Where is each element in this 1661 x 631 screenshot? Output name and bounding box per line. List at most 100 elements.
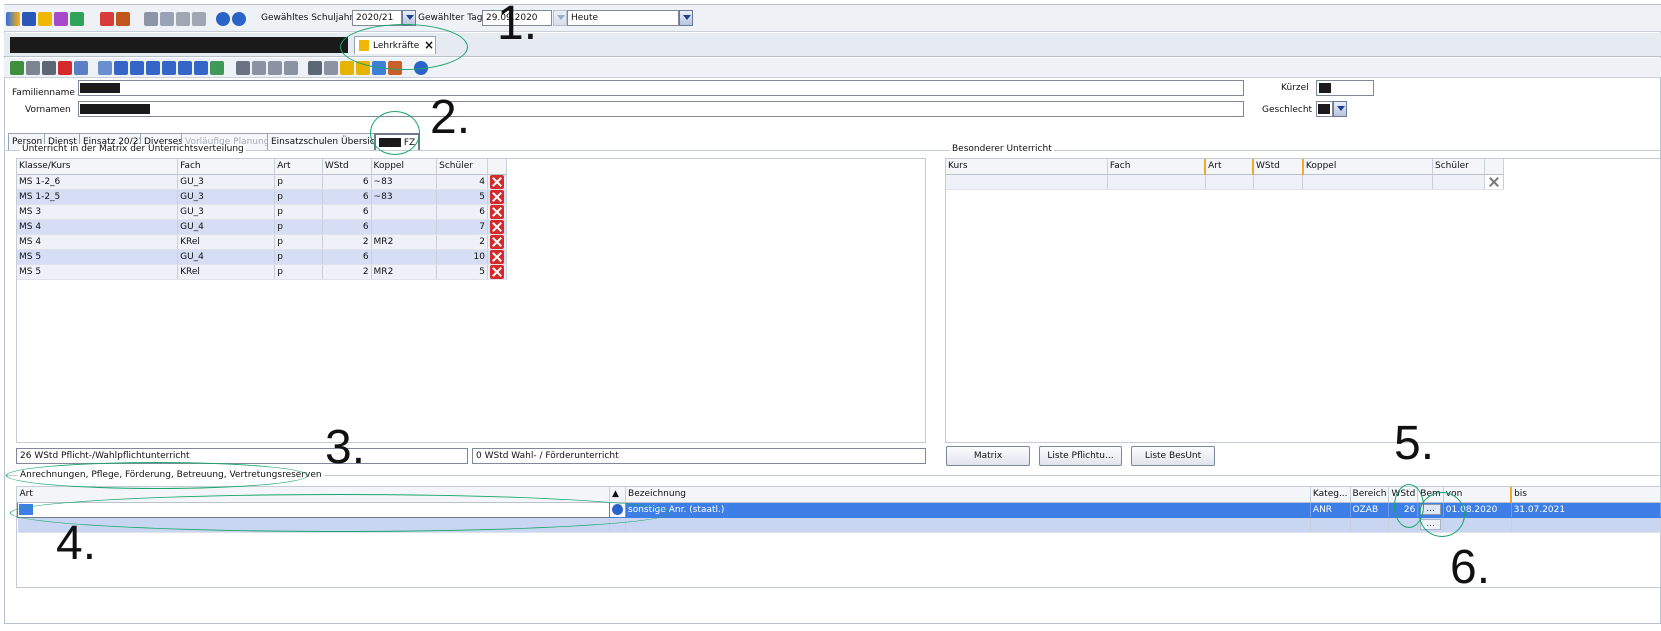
next-record-icon[interactable] [162, 61, 176, 75]
geschlecht-select[interactable] [1316, 101, 1333, 117]
delete-row-icon[interactable] [489, 264, 504, 278]
next-page-icon[interactable] [178, 61, 192, 75]
filter-icon[interactable] [340, 61, 354, 75]
detail-icon[interactable] [98, 61, 112, 75]
print-icon[interactable] [308, 61, 322, 75]
table-row[interactable]: MS 5 KRel p 2 MR2 5 [17, 264, 508, 280]
schuljahr-dropdown-button[interactable] [402, 10, 416, 26]
delete-row-icon[interactable] [489, 204, 504, 218]
table-row[interactable]: MS 1-2_6 GU_3 p 6 ~83 4 [17, 174, 508, 190]
back-icon[interactable] [236, 61, 250, 75]
bem-button[interactable]: ... [1420, 504, 1441, 515]
table-row[interactable]: MS 4 KRel p 2 MR2 2 [17, 234, 508, 250]
refresh-icon[interactable] [210, 61, 224, 75]
col-koppel[interactable]: Koppel [1301, 159, 1434, 175]
geschlecht-dropdown-button[interactable] [1333, 101, 1347, 117]
table-row[interactable]: MS 1-2_5 GU_3 p 6 ~83 5 [17, 189, 508, 205]
kuerzel-field[interactable] [1316, 80, 1374, 96]
tab-lehrkraefte[interactable]: Lehrkräfte × [354, 36, 436, 54]
table-row[interactable] [946, 174, 1505, 190]
delete-row-icon[interactable] [1487, 175, 1501, 189]
col-kurs[interactable]: Kurs [946, 159, 1108, 175]
col-kategorie[interactable]: Kateg... [1310, 487, 1351, 503]
bem-button[interactable]: ... [1420, 519, 1441, 530]
col-koppel[interactable]: Koppel [371, 159, 438, 175]
cell-von: 01.08.2020 [1443, 502, 1512, 518]
cut-icon[interactable] [252, 61, 266, 75]
heute-select[interactable]: Heute [567, 10, 679, 26]
teachers-icon[interactable] [38, 12, 52, 26]
col-art[interactable]: ▲Art [1204, 159, 1254, 175]
info-icon[interactable] [216, 12, 230, 26]
copy-icon[interactable] [144, 12, 158, 26]
tag-dropdown-button[interactable] [553, 10, 567, 26]
liste-pflichtu-button[interactable]: Liste Pflichtu... [1039, 446, 1122, 466]
table-row[interactable]: ... [17, 517, 1661, 533]
tools-icon[interactable] [6, 12, 20, 26]
list-icon[interactable] [74, 61, 88, 75]
familienname-field[interactable] [78, 80, 1244, 96]
last-record-icon[interactable] [194, 61, 208, 75]
calendar-icon[interactable] [22, 12, 36, 26]
redacted-tab[interactable] [10, 37, 348, 53]
delete-row-icon[interactable] [489, 174, 504, 188]
chat-icon[interactable] [54, 12, 68, 26]
delete-row-icon[interactable] [489, 249, 504, 263]
preview-icon[interactable] [324, 61, 338, 75]
close-icon[interactable]: × [424, 38, 434, 52]
paste-icon[interactable] [284, 61, 298, 75]
delete-icon[interactable] [58, 61, 72, 75]
tab-einsatzschulen[interactable]: Einsatzschulen Übersicht [267, 133, 388, 150]
window-icon[interactable] [160, 12, 174, 26]
table-row[interactable]: MS 5 GU_4 p 6 10 [17, 249, 508, 265]
col-klasse[interactable]: Klasse/Kurs [17, 159, 179, 175]
col-bereich[interactable]: Bereich [1350, 487, 1390, 503]
col-fach[interactable]: ▲Fach [177, 159, 276, 175]
delete-row-icon[interactable] [489, 219, 504, 233]
info-icon[interactable] [612, 504, 624, 515]
cell-klasse: MS 1-2_6 [17, 174, 179, 190]
bag-icon[interactable] [388, 61, 402, 75]
new-icon[interactable] [10, 61, 24, 75]
help-icon[interactable] [232, 12, 246, 26]
tab-fz[interactable]: FZ [374, 133, 421, 150]
table-row[interactable]: MS 3 GU_3 p 6 6 [17, 204, 508, 220]
col-wstd[interactable]: WStd [1388, 487, 1419, 503]
message-icon[interactable] [70, 12, 84, 26]
vornamen-field[interactable] [78, 101, 1244, 117]
col-bezeichnung[interactable]: Bezeichnung [625, 487, 1311, 503]
first-record-icon[interactable] [114, 61, 128, 75]
col-wstd[interactable]: WStd [322, 159, 372, 175]
heute-dropdown-button[interactable] [679, 10, 693, 26]
lightning-icon[interactable] [176, 12, 190, 26]
col-schueler[interactable]: Schüler [1432, 159, 1485, 175]
lightning2-icon[interactable] [192, 12, 206, 26]
liste-besunt-button[interactable]: Liste BesUnt [1131, 446, 1215, 466]
schuljahr-select[interactable]: 2020/21 [352, 10, 402, 26]
art-input[interactable] [19, 504, 33, 515]
col-wstd[interactable]: WStd [1252, 159, 1304, 175]
report-icon[interactable] [116, 12, 130, 26]
cell-art-editor[interactable] [16, 501, 611, 518]
table-row[interactable]: sonstige Anr. (staatl.) ANR OZAB 26 ... … [16, 501, 1661, 518]
copy-record-icon[interactable] [268, 61, 282, 75]
delete-row-icon[interactable] [489, 189, 504, 203]
col-art[interactable]: Art [17, 487, 611, 503]
prev-record-icon[interactable] [146, 61, 160, 75]
col-bem[interactable]: Bem [1417, 487, 1444, 503]
col-fach[interactable]: Fach [1107, 159, 1206, 175]
table-row[interactable]: MS 4 GU_4 p 6 7 [17, 219, 508, 235]
delete-row-icon[interactable] [489, 234, 504, 248]
prev-page-icon[interactable] [130, 61, 144, 75]
help-record-icon[interactable] [414, 61, 428, 75]
clock-icon[interactable] [372, 61, 386, 75]
megaphone-icon[interactable] [356, 61, 370, 75]
undo-icon[interactable] [42, 61, 56, 75]
matrix-button[interactable]: Matrix [946, 446, 1030, 466]
col-bis[interactable]: bis [1510, 487, 1661, 503]
book-icon[interactable] [100, 12, 114, 26]
col-art[interactable]: Art [274, 159, 323, 175]
save-icon[interactable] [26, 61, 40, 75]
col-von[interactable]: von [1443, 487, 1512, 503]
col-schueler[interactable]: Schüler [436, 159, 488, 175]
